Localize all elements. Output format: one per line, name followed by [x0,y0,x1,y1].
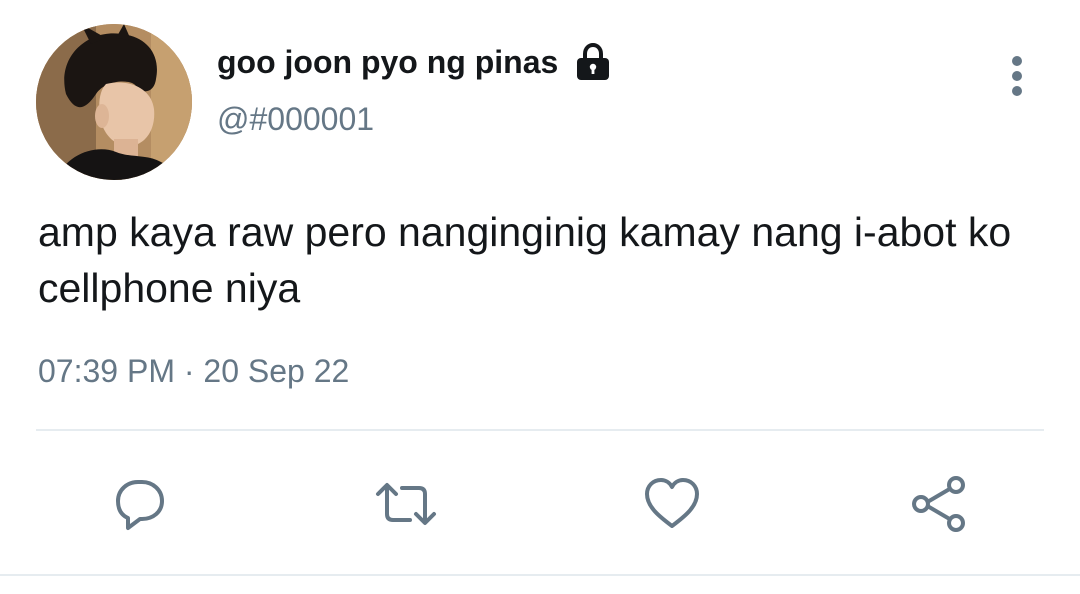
share-button[interactable] [906,472,970,536]
tweet-time: 07:39 PM [38,353,175,389]
avatar[interactable] [36,24,192,180]
tweet-card: goo joon pyo ng pinas @#000001 amp kaya … [0,0,1080,594]
retweet-icon [376,483,436,525]
display-name-row: goo joon pyo ng pinas [217,40,612,84]
avatar-image [36,24,192,180]
divider [36,429,1044,431]
tweet-date: 20 Sep 22 [203,353,350,389]
timestamp[interactable]: 07:39 PM · 20 Sep 22 [38,353,349,390]
share-icon [912,476,965,532]
lock-icon [574,42,612,81]
timestamp-separator: · [183,353,195,389]
reply-icon [116,480,164,530]
more-vertical-icon [1012,56,1022,96]
bottom-divider [0,574,1080,576]
more-options-button[interactable] [996,52,1038,100]
reply-button[interactable] [108,472,172,536]
display-name[interactable]: goo joon pyo ng pinas [217,44,558,81]
like-button[interactable] [640,472,704,536]
retweet-button[interactable] [374,472,438,536]
tweet-text: amp kaya raw pero nanginginig kamay nang… [38,209,1012,311]
user-handle[interactable]: @#000001 [217,101,374,138]
heart-icon [645,478,699,528]
